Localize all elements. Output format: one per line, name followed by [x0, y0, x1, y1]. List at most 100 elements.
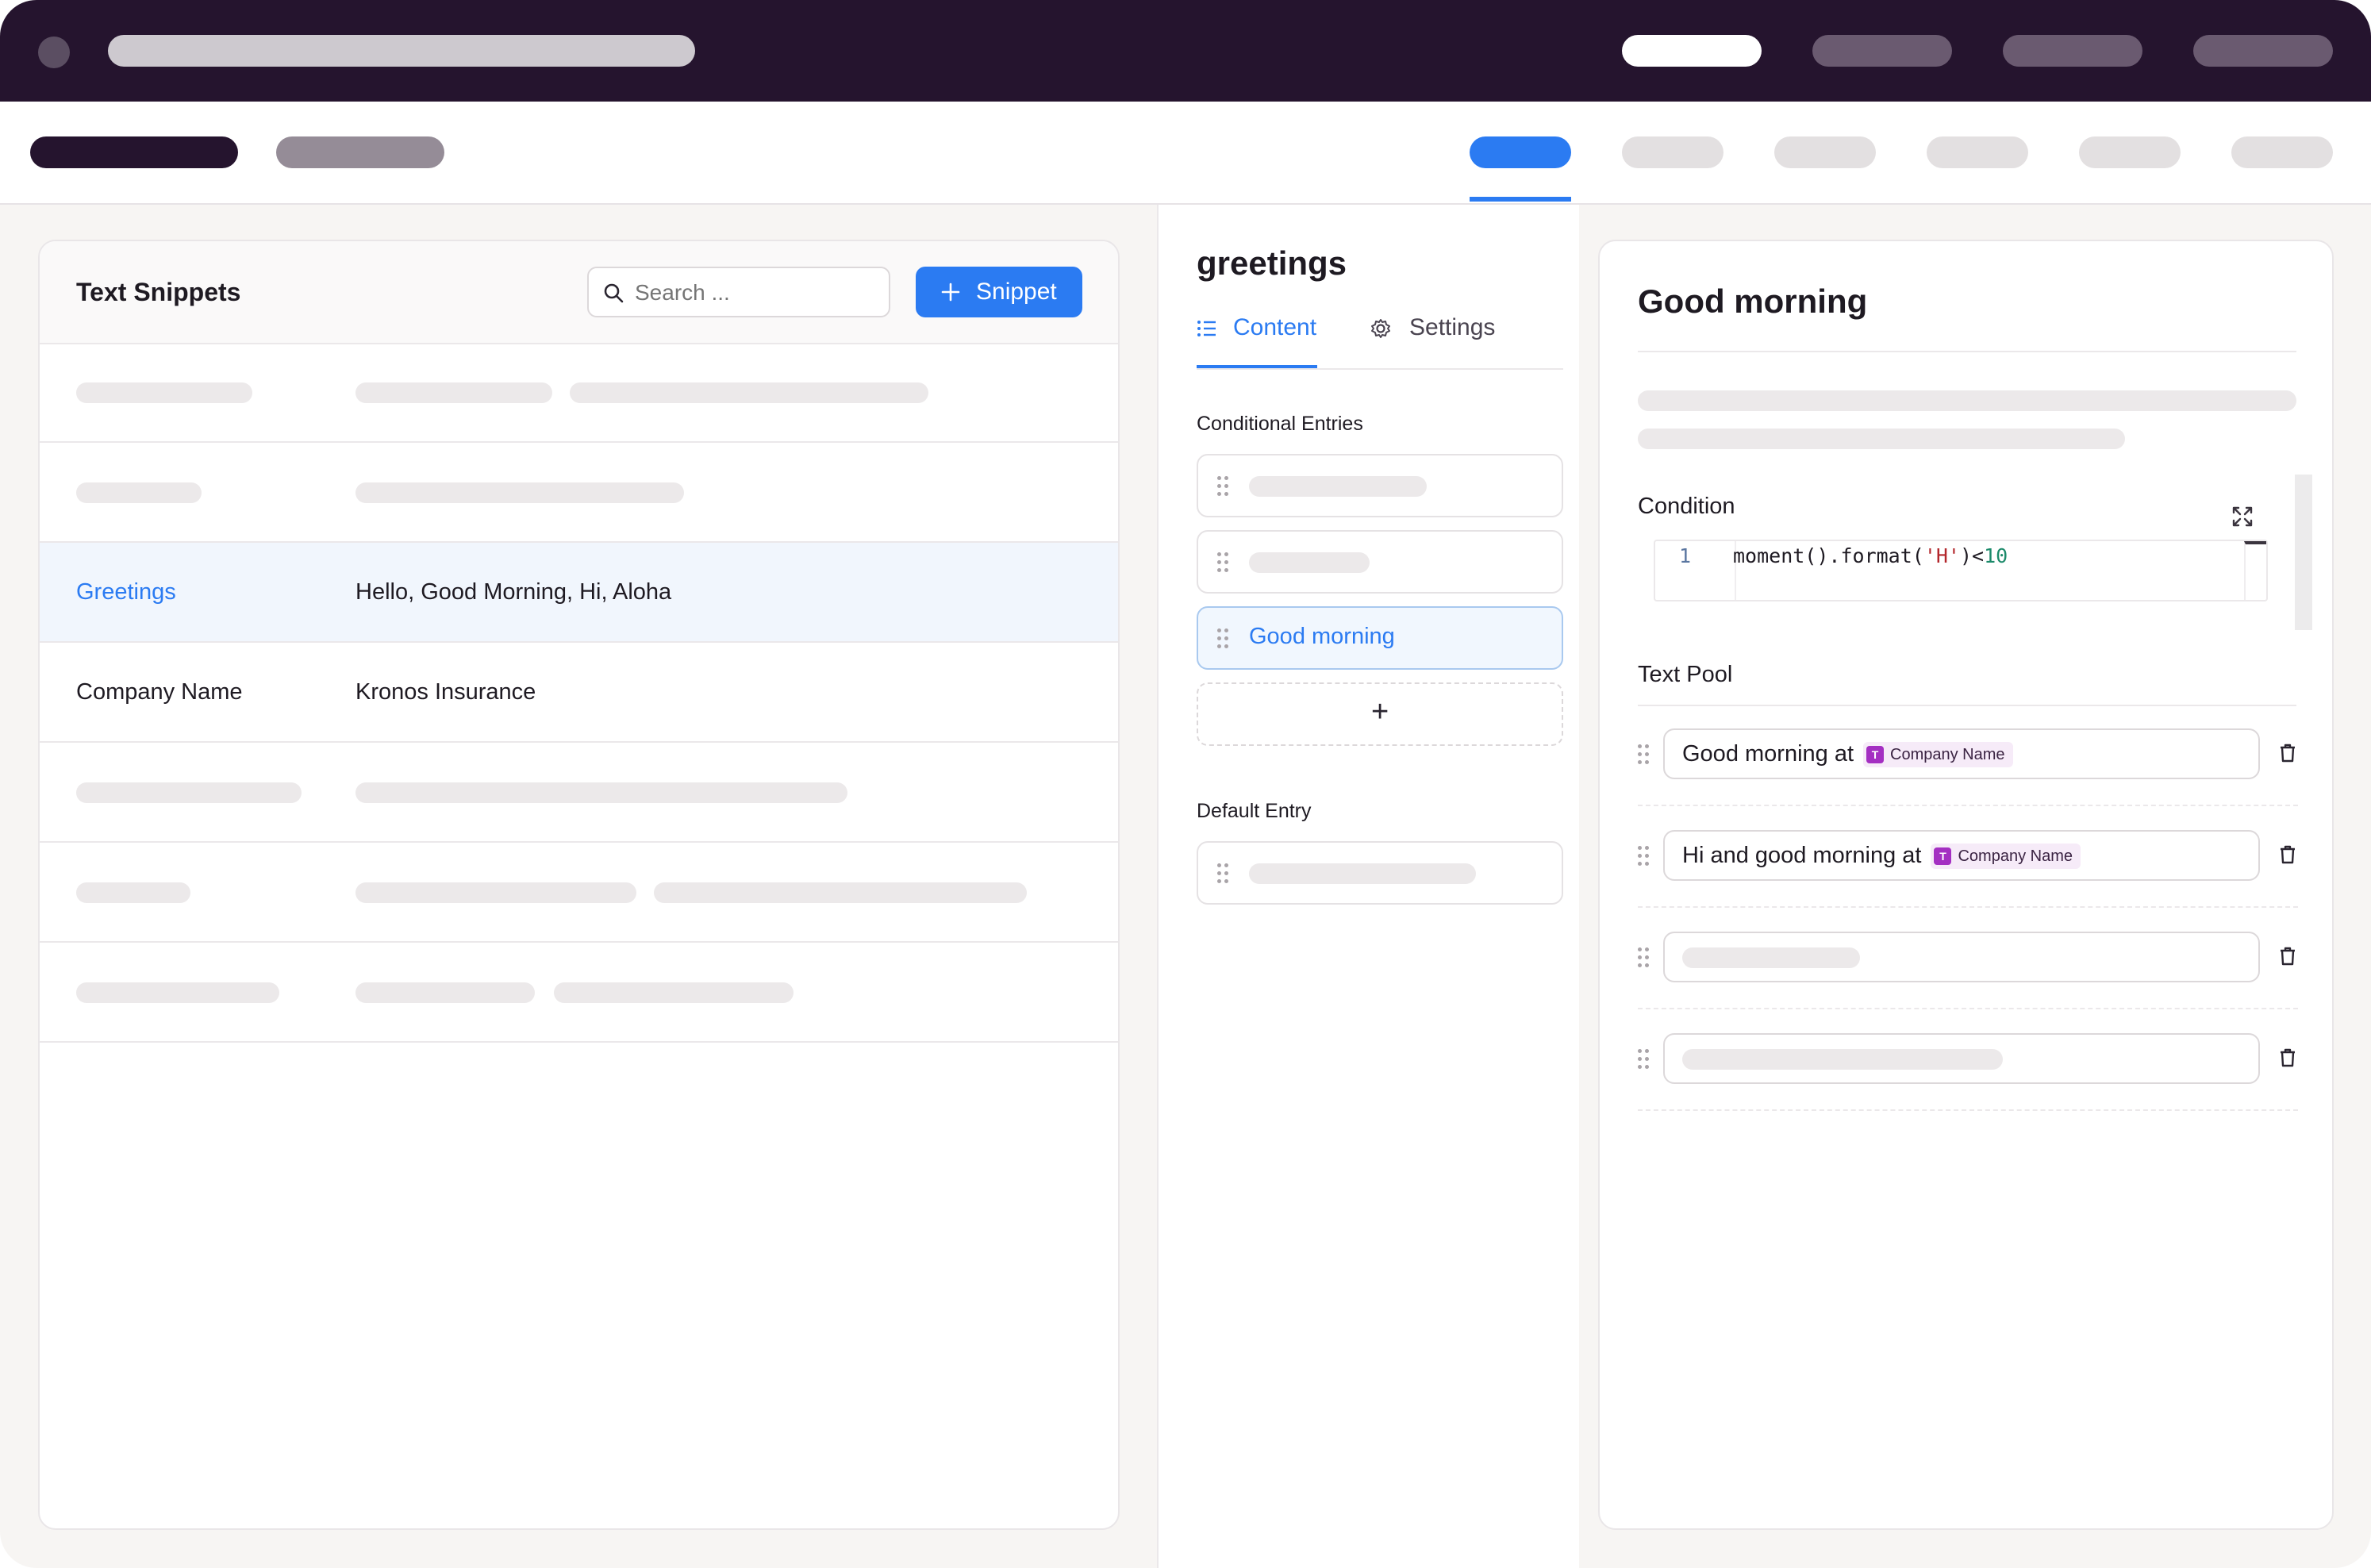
- table-row[interactable]: [40, 343, 1118, 443]
- search-input[interactable]: [633, 275, 874, 311]
- table-row[interactable]: [40, 443, 1118, 543]
- text-pool-label: Text Pool: [1638, 662, 1733, 687]
- conditional-entries-label: Conditional Entries: [1197, 413, 1363, 435]
- conditional-entry[interactable]: [1197, 530, 1563, 594]
- snippets-header: Text Snippets Snippet: [40, 241, 1118, 344]
- pool-text: Hi and good morning at: [1682, 843, 1922, 868]
- code-line: moment().format('H')<10: [1733, 544, 2008, 567]
- code-token-number: 10: [1984, 544, 2008, 567]
- tag-label: Company Name: [1958, 847, 2073, 865]
- nav-secondary-pill[interactable]: [276, 136, 444, 168]
- snippet-values: Hello, Good Morning, Hi, Aloha: [355, 579, 672, 605]
- tab-content-label: Content: [1233, 314, 1317, 340]
- expand-icon[interactable]: [2232, 506, 2253, 527]
- drag-handle-icon[interactable]: [1638, 846, 1649, 867]
- row-divider: [1638, 805, 2298, 806]
- title-bar: [0, 0, 2371, 102]
- nav-tab-active-underline: [1470, 197, 1571, 202]
- plus-icon: +: [1371, 695, 1389, 728]
- default-entry-label: Default Entry: [1197, 800, 1312, 822]
- nav-tab-active[interactable]: [1470, 136, 1571, 168]
- titlebar-pill[interactable]: [2003, 35, 2142, 67]
- pool-text: Good morning at: [1682, 741, 1854, 767]
- entries-panel: greetings Content Settings Conditional E…: [1157, 205, 1579, 1568]
- tab-settings[interactable]: Settings: [1370, 308, 1512, 367]
- pool-text-field[interactable]: Good morning at T Company Name: [1663, 728, 2260, 779]
- tabs-divider: [1197, 368, 1563, 370]
- drag-handle-icon[interactable]: [1217, 863, 1228, 884]
- entry-title: Good morning: [1638, 282, 1868, 320]
- search-box[interactable]: [587, 267, 890, 317]
- nav-tab[interactable]: [2231, 136, 2333, 168]
- gear-icon: [1371, 319, 1390, 338]
- row-divider: [1638, 1008, 2298, 1009]
- snippets-title: Text Snippets: [76, 278, 241, 306]
- drag-handle-icon[interactable]: [1638, 744, 1649, 765]
- drag-handle-icon[interactable]: [1217, 552, 1228, 573]
- app-window: Text Snippets Snippet: [0, 0, 2371, 1568]
- nav-tab[interactable]: [1622, 136, 1723, 168]
- code-token-string: 'H': [1923, 544, 1960, 567]
- table-row-greetings[interactable]: Greetings Hello, Good Morning, Hi, Aloha: [40, 543, 1118, 643]
- conditional-entry[interactable]: [1197, 454, 1563, 517]
- titlebar-pill[interactable]: [1812, 35, 1952, 67]
- drag-handle-icon[interactable]: [1638, 1049, 1649, 1070]
- plus-icon: [941, 282, 960, 302]
- list-icon: [1197, 321, 1216, 336]
- code-gutter: [1655, 541, 1736, 600]
- pool-text-field[interactable]: [1663, 932, 2260, 982]
- snippet-name: Company Name: [76, 679, 243, 705]
- title-divider: [1638, 351, 2296, 352]
- snippet-values: Kronos Insurance: [355, 679, 536, 705]
- table-row[interactable]: [40, 743, 1118, 843]
- nav-brand-pill[interactable]: [30, 136, 238, 168]
- drag-handle-icon[interactable]: [1217, 628, 1228, 649]
- pool-text-field[interactable]: Hi and good morning at T Company Name: [1663, 830, 2260, 881]
- address-bar[interactable]: [108, 35, 695, 67]
- table-row[interactable]: [40, 943, 1118, 1043]
- entry-detail-card: Good morning Condition 1 moment().format…: [1598, 240, 2334, 1530]
- titlebar-pill[interactable]: [2193, 35, 2333, 67]
- code-editor[interactable]: 1 moment().format('H')<10: [1654, 540, 2268, 601]
- trash-icon[interactable]: [2279, 1047, 2296, 1068]
- nav-tab[interactable]: [1927, 136, 2028, 168]
- code-caret-region: [2244, 541, 2266, 600]
- drag-handle-icon[interactable]: [1217, 476, 1228, 497]
- snippet-name: Greetings: [76, 579, 176, 605]
- default-entry[interactable]: [1197, 841, 1563, 905]
- table-row-company-name[interactable]: Company Name Kronos Insurance: [40, 643, 1118, 743]
- condition-label: Condition: [1638, 494, 1735, 519]
- trash-icon[interactable]: [2279, 743, 2296, 763]
- tab-settings-label: Settings: [1409, 314, 1496, 340]
- add-snippet-button[interactable]: Snippet: [916, 267, 1082, 317]
- tab-content[interactable]: Content: [1197, 308, 1317, 368]
- trash-icon[interactable]: [2279, 946, 2296, 967]
- tag-label: Company Name: [1890, 745, 2005, 763]
- panel-title: greetings: [1197, 244, 1347, 282]
- conditional-entry-good-morning[interactable]: Good morning: [1197, 606, 1563, 670]
- row-divider: [1638, 906, 2298, 908]
- add-entry-button[interactable]: +: [1197, 682, 1563, 746]
- table-row[interactable]: [40, 843, 1118, 943]
- row-divider: [1638, 1109, 2298, 1111]
- nav-tab[interactable]: [2079, 136, 2181, 168]
- add-snippet-label: Snippet: [976, 279, 1057, 305]
- entry-label: Good morning: [1249, 624, 1395, 649]
- trash-icon[interactable]: [2279, 844, 2296, 865]
- tag-type-icon: T: [1934, 847, 1952, 866]
- snippets-card: Text Snippets Snippet: [38, 240, 1120, 1530]
- drag-handle-icon[interactable]: [1638, 947, 1649, 968]
- variable-tag[interactable]: T Company Name: [1931, 844, 2081, 870]
- text-pool-divider: [1638, 705, 2296, 706]
- window-dot-icon[interactable]: [38, 37, 70, 68]
- code-token: )<: [1959, 544, 1985, 567]
- titlebar-pill-active[interactable]: [1622, 35, 1762, 67]
- variable-tag[interactable]: T Company Name: [1863, 742, 2013, 768]
- tag-type-icon: T: [1866, 746, 1885, 764]
- nav-bar: [0, 102, 2371, 205]
- code-token: moment().format(: [1733, 544, 1924, 567]
- pool-text-field[interactable]: [1663, 1033, 2260, 1084]
- code-scrollbar[interactable]: [2295, 475, 2312, 630]
- nav-tab[interactable]: [1774, 136, 1876, 168]
- code-line-number: 1: [1679, 544, 1692, 567]
